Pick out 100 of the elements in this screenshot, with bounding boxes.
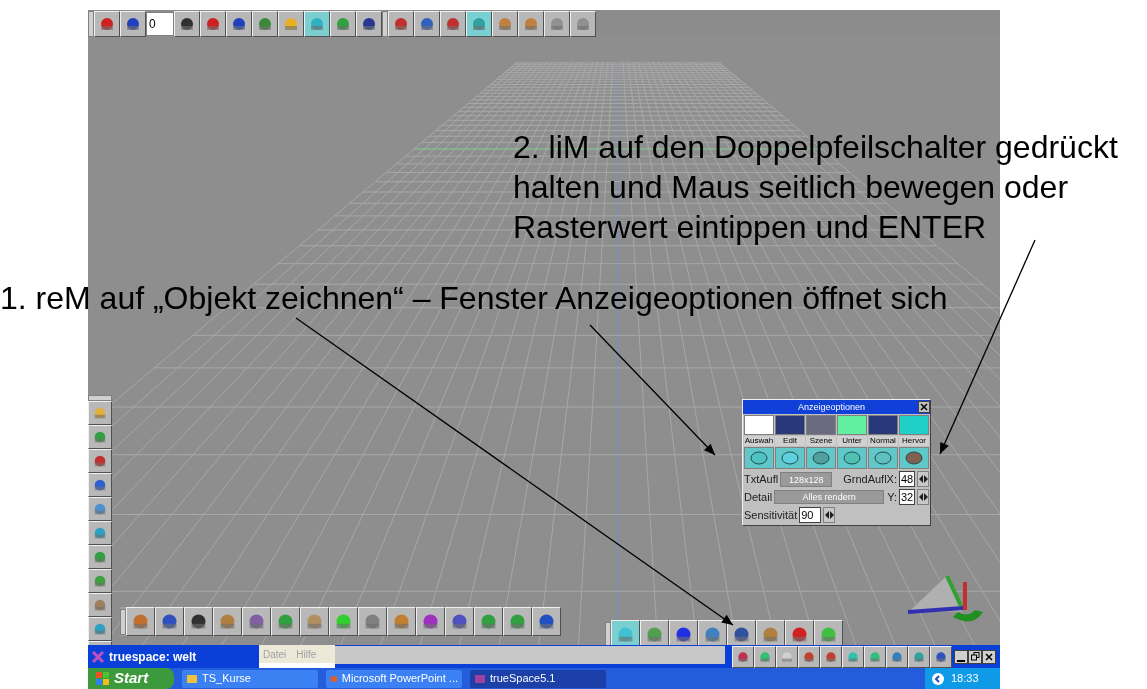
tool-button[interactable] [611,620,640,645]
taskbar-button[interactable]: Microsoft PowerPoint ... [326,669,462,688]
render-button[interactable] [744,447,774,469]
color-swatch[interactable] [744,415,774,435]
tool-button[interactable] [329,607,358,636]
minimize-button[interactable] [954,649,968,664]
tool-button[interactable] [727,620,756,645]
chevron-icon[interactable] [931,671,945,686]
tool-button[interactable] [88,521,112,545]
tool-button[interactable] [474,607,503,636]
detail-button[interactable]: Alles rendern [774,490,885,504]
double-arrow-button[interactable] [917,489,929,505]
color-swatch[interactable] [837,415,867,435]
tool-button[interactable] [300,607,329,636]
tool-button[interactable] [304,10,330,37]
tool-button[interactable] [785,620,814,645]
color-swatch[interactable] [868,415,898,435]
grid-y-field[interactable]: 32 [899,489,915,505]
tool-button[interactable] [200,10,226,37]
tool-button[interactable] [88,497,112,521]
tool-button[interactable] [88,401,112,425]
tool-button[interactable] [330,10,356,37]
tool-button[interactable] [930,645,952,668]
double-arrow-button[interactable] [823,507,836,523]
color-swatch[interactable] [806,415,836,435]
tool-button[interactable] [544,10,570,37]
tool-button[interactable] [814,620,843,645]
tool-button[interactable] [126,607,155,636]
tool-button[interactable] [416,607,445,636]
render-button[interactable] [806,447,836,469]
render-button[interactable] [775,447,805,469]
tool-button[interactable] [532,607,561,636]
restore-button[interactable] [968,649,982,664]
tool-button[interactable] [908,645,930,668]
toolbar-handle[interactable] [605,621,611,645]
tool-button[interactable] [776,645,798,668]
tool-button[interactable] [184,607,213,636]
tool-button[interactable] [820,645,842,668]
tool-button[interactable] [278,10,304,37]
tool-button[interactable] [445,607,474,636]
render-button[interactable] [837,447,867,469]
taskbar-button[interactable]: trueSpace5.1 [470,669,606,688]
tool-button[interactable] [88,617,112,641]
tool-icon [912,649,926,664]
frame-field[interactable]: 0 [146,11,174,36]
tool-button[interactable] [698,620,727,645]
tool-button[interactable] [466,10,492,37]
toolbar-handle[interactable] [88,395,112,401]
tool-button[interactable] [640,620,669,645]
tool-button[interactable] [518,10,544,37]
tool-button[interactable] [120,10,146,37]
sensitivity-field[interactable]: 90 [799,507,822,523]
toolbar-handle[interactable] [88,10,94,37]
toolbar-handle[interactable] [382,10,388,37]
clock: 18:33 [951,671,979,687]
close-button[interactable] [918,401,930,413]
tool-button[interactable] [226,10,252,37]
tool-button[interactable] [669,620,698,645]
tool-button[interactable] [842,645,864,668]
tool-button[interactable] [503,607,532,636]
taskbar-button[interactable]: TS_Kurse [182,669,318,688]
render-button[interactable] [899,447,929,469]
start-button[interactable]: Start [88,668,174,689]
tool-button[interactable] [271,607,300,636]
tool-button[interactable] [213,607,242,636]
tool-button[interactable] [242,607,271,636]
tool-button[interactable] [356,10,382,37]
tool-button[interactable] [252,10,278,37]
tool-button[interactable] [388,10,414,37]
tool-button[interactable] [88,449,112,473]
render-button[interactable] [868,447,898,469]
tool-button[interactable] [756,620,785,645]
grid-x-field[interactable]: 48 [899,471,915,487]
double-arrow-button[interactable] [917,471,929,487]
tool-button[interactable] [88,425,112,449]
tool-button[interactable] [88,593,112,617]
tool-button[interactable] [732,645,754,668]
toolbar-handle[interactable] [120,608,126,635]
tool-button[interactable] [492,10,518,37]
color-swatch[interactable] [899,415,929,435]
tool-button[interactable] [886,645,908,668]
resolution-button[interactable]: 128x128 [780,471,833,487]
close-button[interactable] [982,649,996,664]
tool-button[interactable] [798,645,820,668]
color-swatch[interactable] [775,415,805,435]
tool-button[interactable] [864,645,886,668]
tool-button[interactable] [88,545,112,569]
menu-item[interactable]: Datei [263,646,287,662]
tool-button[interactable] [358,607,387,636]
tool-button[interactable] [88,473,112,497]
menu-item[interactable]: Hilfe [296,646,317,662]
tool-button[interactable] [155,607,184,636]
tool-button[interactable] [570,10,596,37]
tool-button[interactable] [440,10,466,37]
tool-button[interactable] [387,607,416,636]
tool-button[interactable] [754,645,776,668]
tool-button[interactable] [414,10,440,37]
tool-button[interactable] [94,10,120,37]
tool-button[interactable] [88,569,112,593]
tool-button[interactable] [174,10,200,37]
